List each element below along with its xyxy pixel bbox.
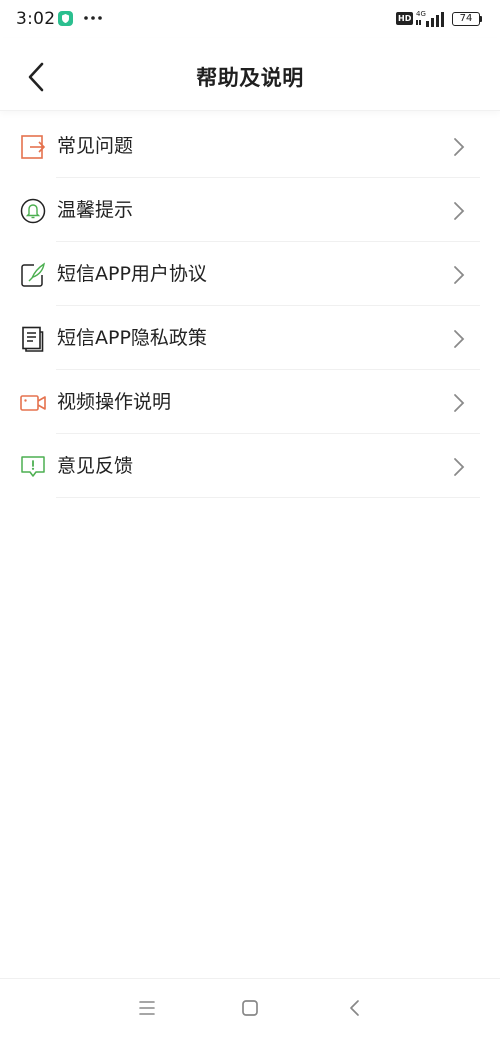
status-bar: 3:02 HD 4G 74 [0, 0, 500, 38]
menu-item-faq[interactable]: 常见问题 [0, 114, 500, 178]
chevron-right-icon [454, 138, 465, 156]
bell-icon [20, 198, 46, 224]
nav-back-button[interactable] [344, 997, 366, 1019]
menu-icon [139, 1001, 155, 1015]
home-icon [242, 1000, 258, 1016]
edit-document-icon [21, 262, 45, 287]
signal-icon: 4G [416, 10, 444, 27]
menu-item-label: 视频操作说明 [57, 391, 172, 413]
chevron-right-icon [454, 330, 465, 348]
home-button[interactable] [239, 997, 261, 1019]
battery-cap [480, 16, 482, 22]
back-icon [350, 1000, 359, 1016]
menu-item-feedback[interactable]: 意见反馈 [0, 434, 500, 498]
network-type: 4G [416, 10, 426, 18]
menu-item-user-agreement[interactable]: 短信APP用户协议 [0, 242, 500, 306]
exit-box-icon [21, 135, 46, 159]
battery-level: 74 [459, 13, 473, 24]
recent-apps-button[interactable] [136, 997, 158, 1019]
more-dots-icon [84, 16, 102, 20]
chevron-right-icon [454, 458, 465, 476]
menu-item-video-guide[interactable]: 视频操作说明 [0, 370, 500, 434]
document-icon [22, 326, 44, 352]
divider [56, 497, 480, 498]
shield-icon [58, 11, 73, 26]
page-title: 帮助及说明 [196, 66, 304, 90]
menu-item-label: 短信APP用户协议 [57, 263, 207, 285]
system-nav-bar [0, 978, 500, 1040]
feedback-icon [21, 456, 45, 477]
battery-icon: 74 [452, 12, 480, 26]
chevron-right-icon [454, 394, 465, 412]
video-camera-icon [20, 395, 46, 411]
menu-item-label: 意见反馈 [57, 455, 134, 477]
menu-item-privacy-policy[interactable]: 短信APP隐私政策 [0, 306, 500, 370]
chevron-right-icon [454, 266, 465, 284]
help-menu-list: 常见问题 温馨提示 短信APP用户协议 短信APP隐私政策 视频操作说明 意见反… [0, 114, 500, 498]
chevron-right-icon [454, 202, 465, 220]
menu-item-tips[interactable]: 温馨提示 [0, 178, 500, 242]
menu-item-label: 短信APP隐私政策 [57, 327, 207, 349]
menu-item-label: 温馨提示 [57, 199, 134, 221]
hd-badge: HD [396, 12, 414, 25]
status-time: 3:02 [16, 9, 56, 29]
header: 帮助及说明 [0, 38, 500, 111]
menu-item-label: 常见问题 [57, 135, 134, 157]
